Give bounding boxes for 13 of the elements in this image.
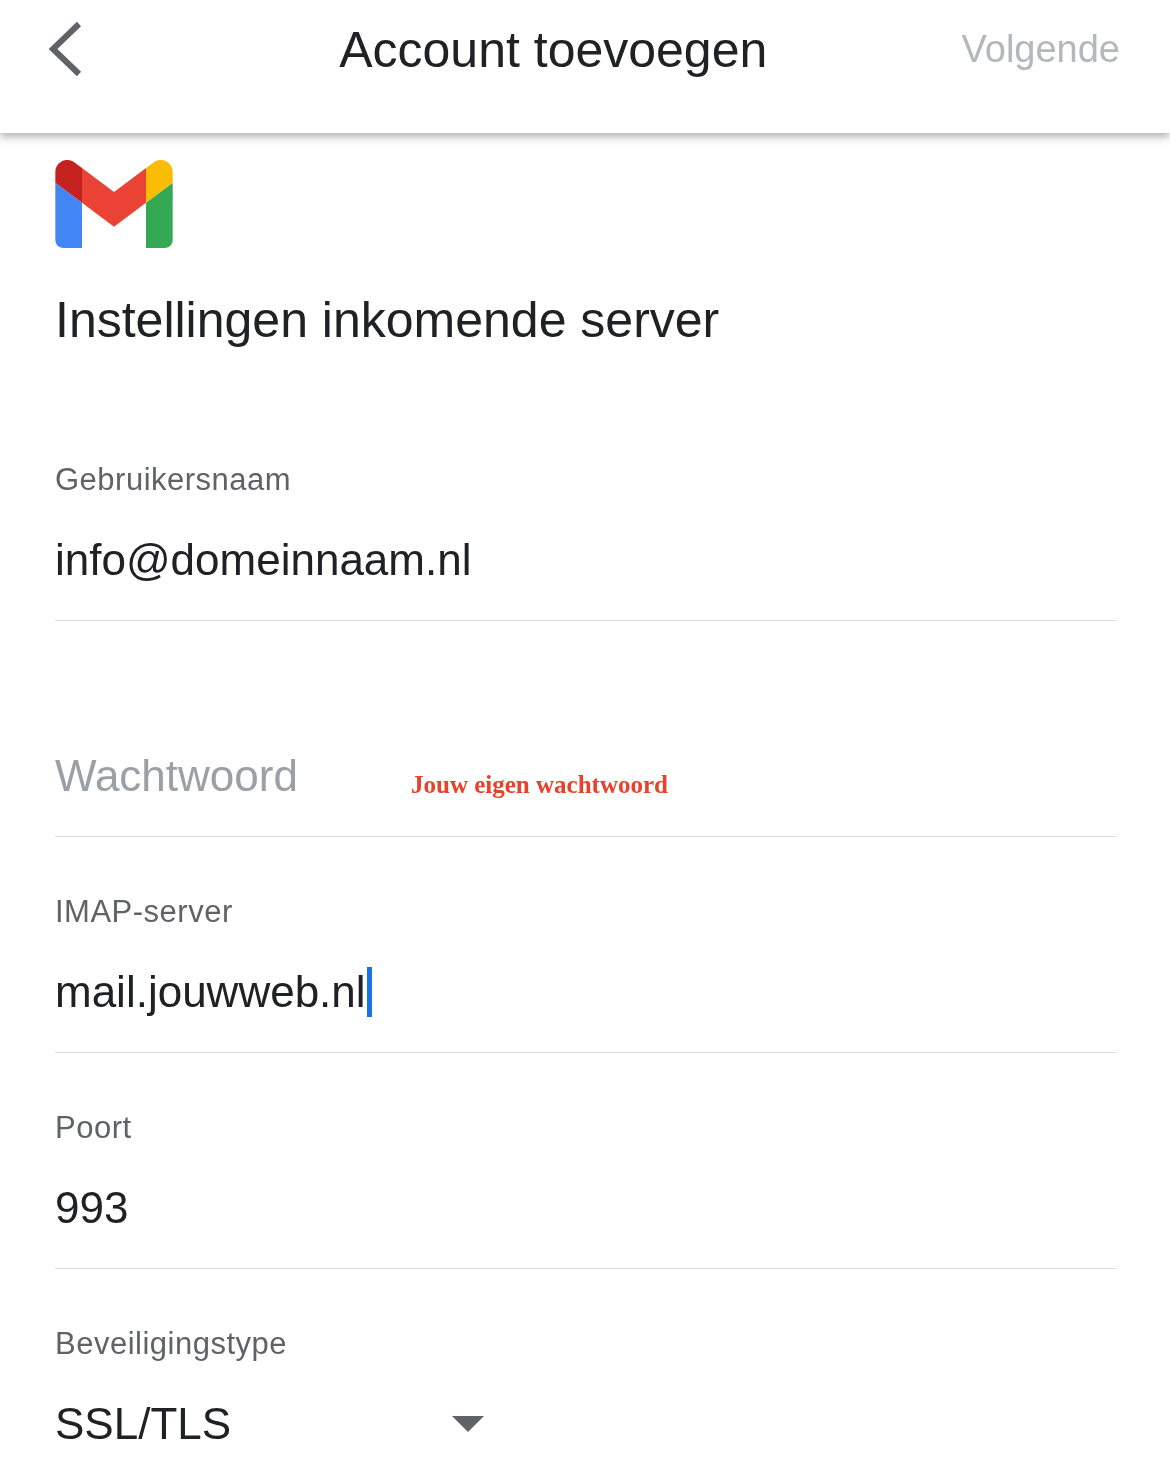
annotation-text: Jouw eigen wachtwoord	[411, 771, 668, 799]
field-label: IMAP-server	[55, 893, 234, 931]
section-heading: Instellingen inkomende server	[55, 291, 721, 350]
field-label: Beveiligingstype	[55, 1325, 289, 1363]
dropdown-value[interactable]: SSL/TLS	[55, 1394, 232, 1454]
input-field[interactable]: mail.jouwweb.nl	[55, 962, 366, 1022]
mail-logo-icon	[55, 160, 173, 248]
field-label: Gebruikersnaam	[55, 461, 293, 499]
input-field[interactable]: info@domeinnaam.nl	[55, 530, 472, 590]
dropdown-caret-icon[interactable]	[452, 1416, 484, 1432]
field-label: Poort	[55, 1109, 133, 1147]
input-field[interactable]: 993	[55, 1178, 129, 1238]
screen-title: Account toevoegen	[338, 20, 769, 80]
